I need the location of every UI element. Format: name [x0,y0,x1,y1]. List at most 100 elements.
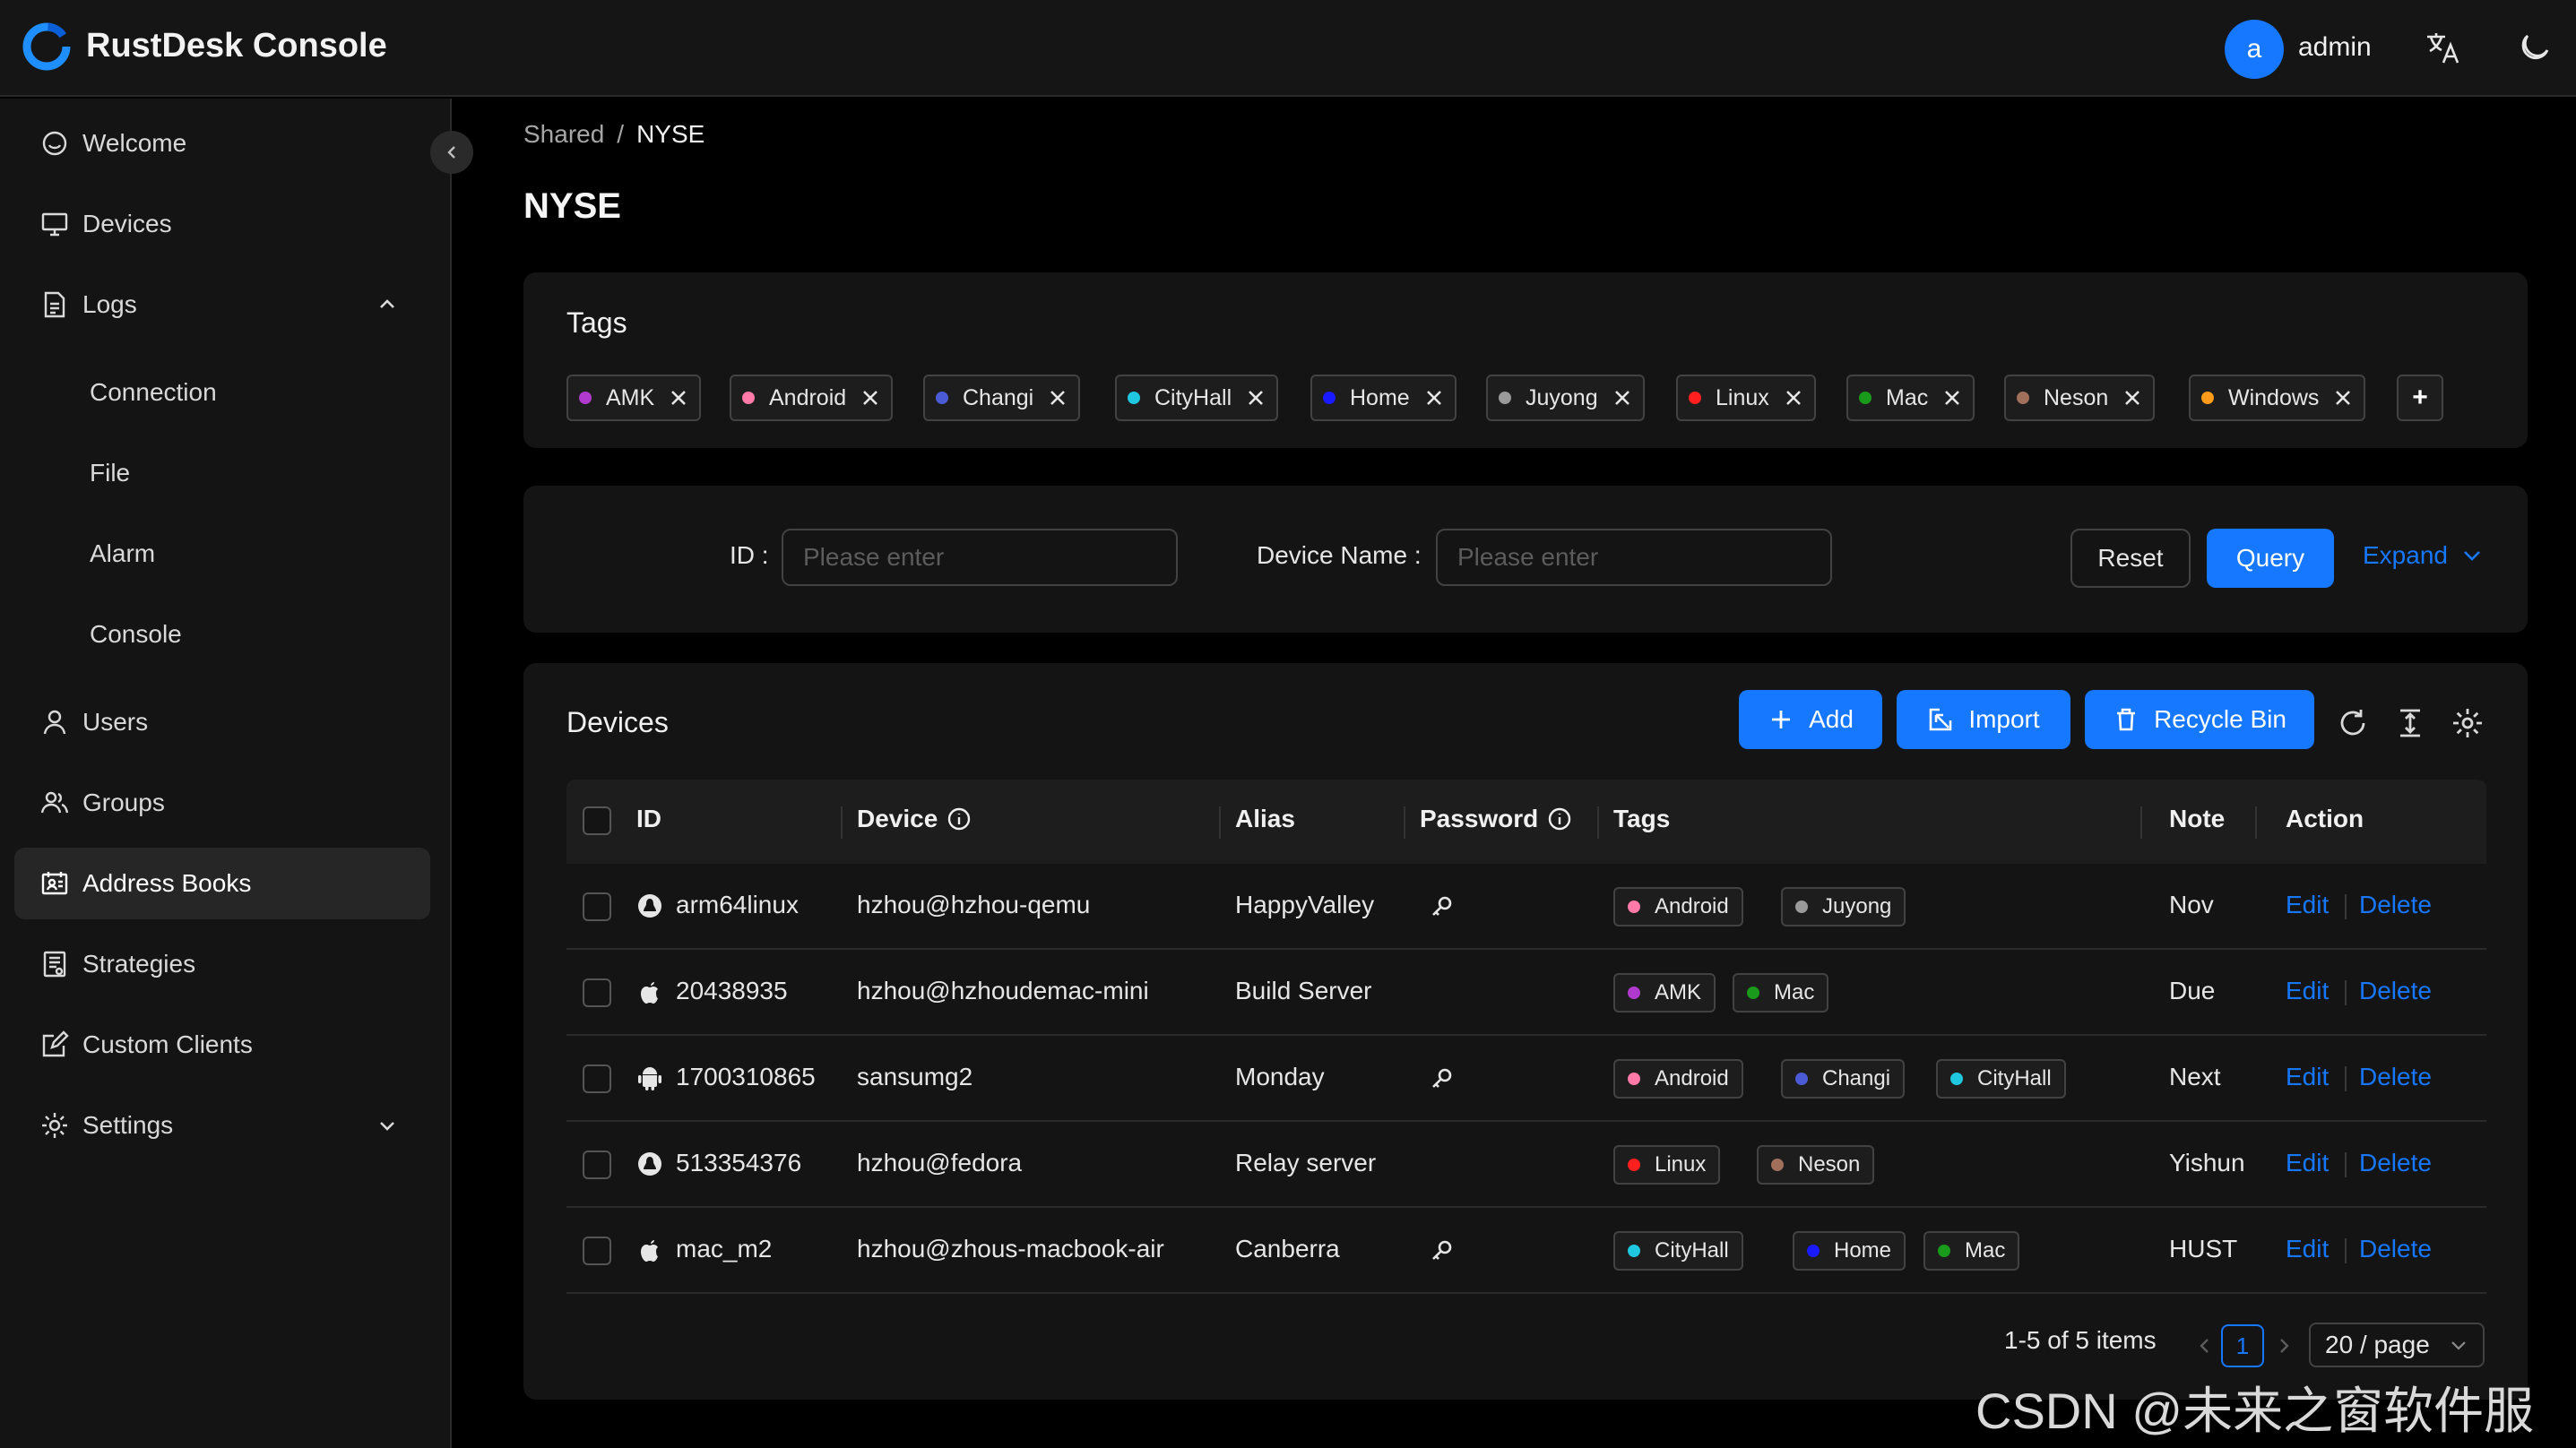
pagination-total: 1-5 of 5 items [2004,1326,2157,1354]
edit-link[interactable]: Edit [2286,891,2329,919]
col-id[interactable]: ID [636,805,661,833]
add-button[interactable]: Add [1739,690,1882,749]
close-icon[interactable] [2122,388,2142,408]
sidebar-item-logs[interactable]: Logs [14,269,430,340]
key-icon[interactable] [1429,1237,1456,1263]
close-icon[interactable] [1942,388,1962,408]
sidebar-item-file[interactable]: File [14,437,430,509]
table-row: mac_m2 hzhou@zhous-macbook-air Canberra Cit… [566,1208,2486,1294]
column-height-icon[interactable] [2393,706,2427,740]
reload-icon[interactable] [2336,706,2370,740]
user-icon [43,710,66,735]
cell-device: hzhou@fedora [857,1149,1023,1176]
table-header: ID Device Alias Password Tags Note Actio… [566,780,2486,864]
user-name[interactable]: admin [2298,32,2372,63]
translate-icon[interactable] [2424,29,2463,68]
row-checkbox[interactable] [583,978,611,1007]
col-tags[interactable]: Tags [1613,805,1670,833]
col-note[interactable]: Note [2169,805,2225,833]
tag-chip[interactable]: Windows [2189,375,2366,421]
sidebar-item-connection[interactable]: Connection [14,357,430,428]
linux-icon [638,894,661,918]
tag-chip[interactable]: Juyong [1486,375,1645,421]
sidebar-item-console[interactable]: Console [14,599,430,670]
row-checkbox[interactable] [583,892,611,921]
row-tag: Mac [1733,973,1829,1013]
tag-chip[interactable]: CityHall [1115,375,1279,421]
close-icon[interactable] [860,388,880,408]
sidebar-item-devices[interactable]: Devices [14,188,430,260]
row-tag: Neson [1757,1145,1875,1185]
tag-chip[interactable]: AMK [566,375,702,421]
tag-color-dot [936,392,948,404]
delete-link[interactable]: Delete [2359,1235,2432,1263]
info-icon[interactable] [947,806,972,832]
recycle-bin-button[interactable]: Recycle Bin [2085,690,2314,749]
close-icon[interactable] [1048,388,1068,408]
sidebar-item-welcome[interactable]: Welcome [14,108,430,179]
close-icon[interactable] [1784,388,1803,408]
close-icon[interactable] [1612,388,1632,408]
device-name-input[interactable] [1436,529,1832,586]
cell-alias: Build Server [1235,977,1372,1004]
cell-id: mac_m2 [676,1235,773,1263]
sidebar-item-alarm[interactable]: Alarm [14,518,430,590]
row-tag-label: Neson [1798,1152,1861,1176]
col-device[interactable]: Device [857,805,972,833]
delete-link[interactable]: Delete [2359,1149,2432,1177]
edit-link[interactable]: Edit [2286,1149,2329,1177]
sidebar: Welcome Devices Logs Connection File Ala… [0,99,452,1448]
sidebar-item-label: Strategies [82,950,196,978]
key-icon[interactable] [1429,892,1456,919]
breadcrumb-parent[interactable]: Shared [523,120,604,148]
setting-icon[interactable] [2451,706,2485,740]
avatar[interactable]: a [2225,20,2284,79]
sidebar-collapse-button[interactable] [430,131,473,174]
page-size-select[interactable]: 20 / page [2309,1323,2485,1367]
col-password[interactable]: Password [1420,805,1572,833]
select-all-checkbox[interactable] [583,806,611,835]
add-tag-button[interactable]: + [2397,375,2443,421]
page-1-button[interactable]: 1 [2221,1324,2264,1367]
desktop-icon [41,212,68,237]
sidebar-item-users[interactable]: Users [14,686,430,758]
sidebar-item-groups[interactable]: Groups [14,767,430,839]
col-alias[interactable]: Alias [1235,805,1295,833]
close-icon[interactable] [1424,388,1444,408]
cell-alias: Monday [1235,1063,1325,1090]
close-icon[interactable] [2333,388,2353,408]
sidebar-item-address-books[interactable]: Address Books [14,848,430,919]
reset-button[interactable]: Reset [2070,529,2191,588]
row-checkbox[interactable] [583,1064,611,1093]
sidebar-item-settings[interactable]: Settings [14,1090,430,1161]
close-icon[interactable] [669,388,688,408]
edit-link[interactable]: Edit [2286,1063,2329,1091]
tag-chip[interactable]: Linux [1676,375,1816,421]
edit-link[interactable]: Edit [2286,1235,2329,1263]
tag-chip[interactable]: Android [730,375,894,421]
delete-link[interactable]: Delete [2359,891,2432,919]
delete-link[interactable]: Delete [2359,1063,2432,1091]
row-tag-label: Android [1655,1066,1729,1090]
import-button[interactable]: Import [1897,690,2070,749]
chevron-right-icon[interactable] [2271,1333,2296,1358]
row-checkbox[interactable] [583,1237,611,1265]
close-icon[interactable] [1246,388,1266,408]
sidebar-item-custom-clients[interactable]: Custom Clients [14,1009,430,1081]
row-checkbox[interactable] [583,1151,611,1179]
edit-link[interactable]: Edit [2286,977,2329,1005]
tag-chip[interactable]: Home [1310,375,1457,421]
tag-chip[interactable]: Neson [2004,375,2156,421]
tag-chip[interactable]: Changi [923,375,1081,421]
expand-button[interactable]: Expand [2363,541,2484,570]
info-icon[interactable] [1547,806,1572,832]
delete-link[interactable]: Delete [2359,977,2432,1005]
app-title: RustDesk Console [86,27,387,65]
tag-chip[interactable]: Mac [1846,375,1975,421]
dark-mode-icon[interactable] [2513,29,2553,68]
key-icon[interactable] [1429,1064,1456,1091]
chevron-left-icon[interactable] [2192,1333,2217,1358]
id-input[interactable] [782,529,1178,586]
query-button[interactable]: Query [2207,529,2334,588]
sidebar-item-strategies[interactable]: Strategies [14,928,430,1000]
